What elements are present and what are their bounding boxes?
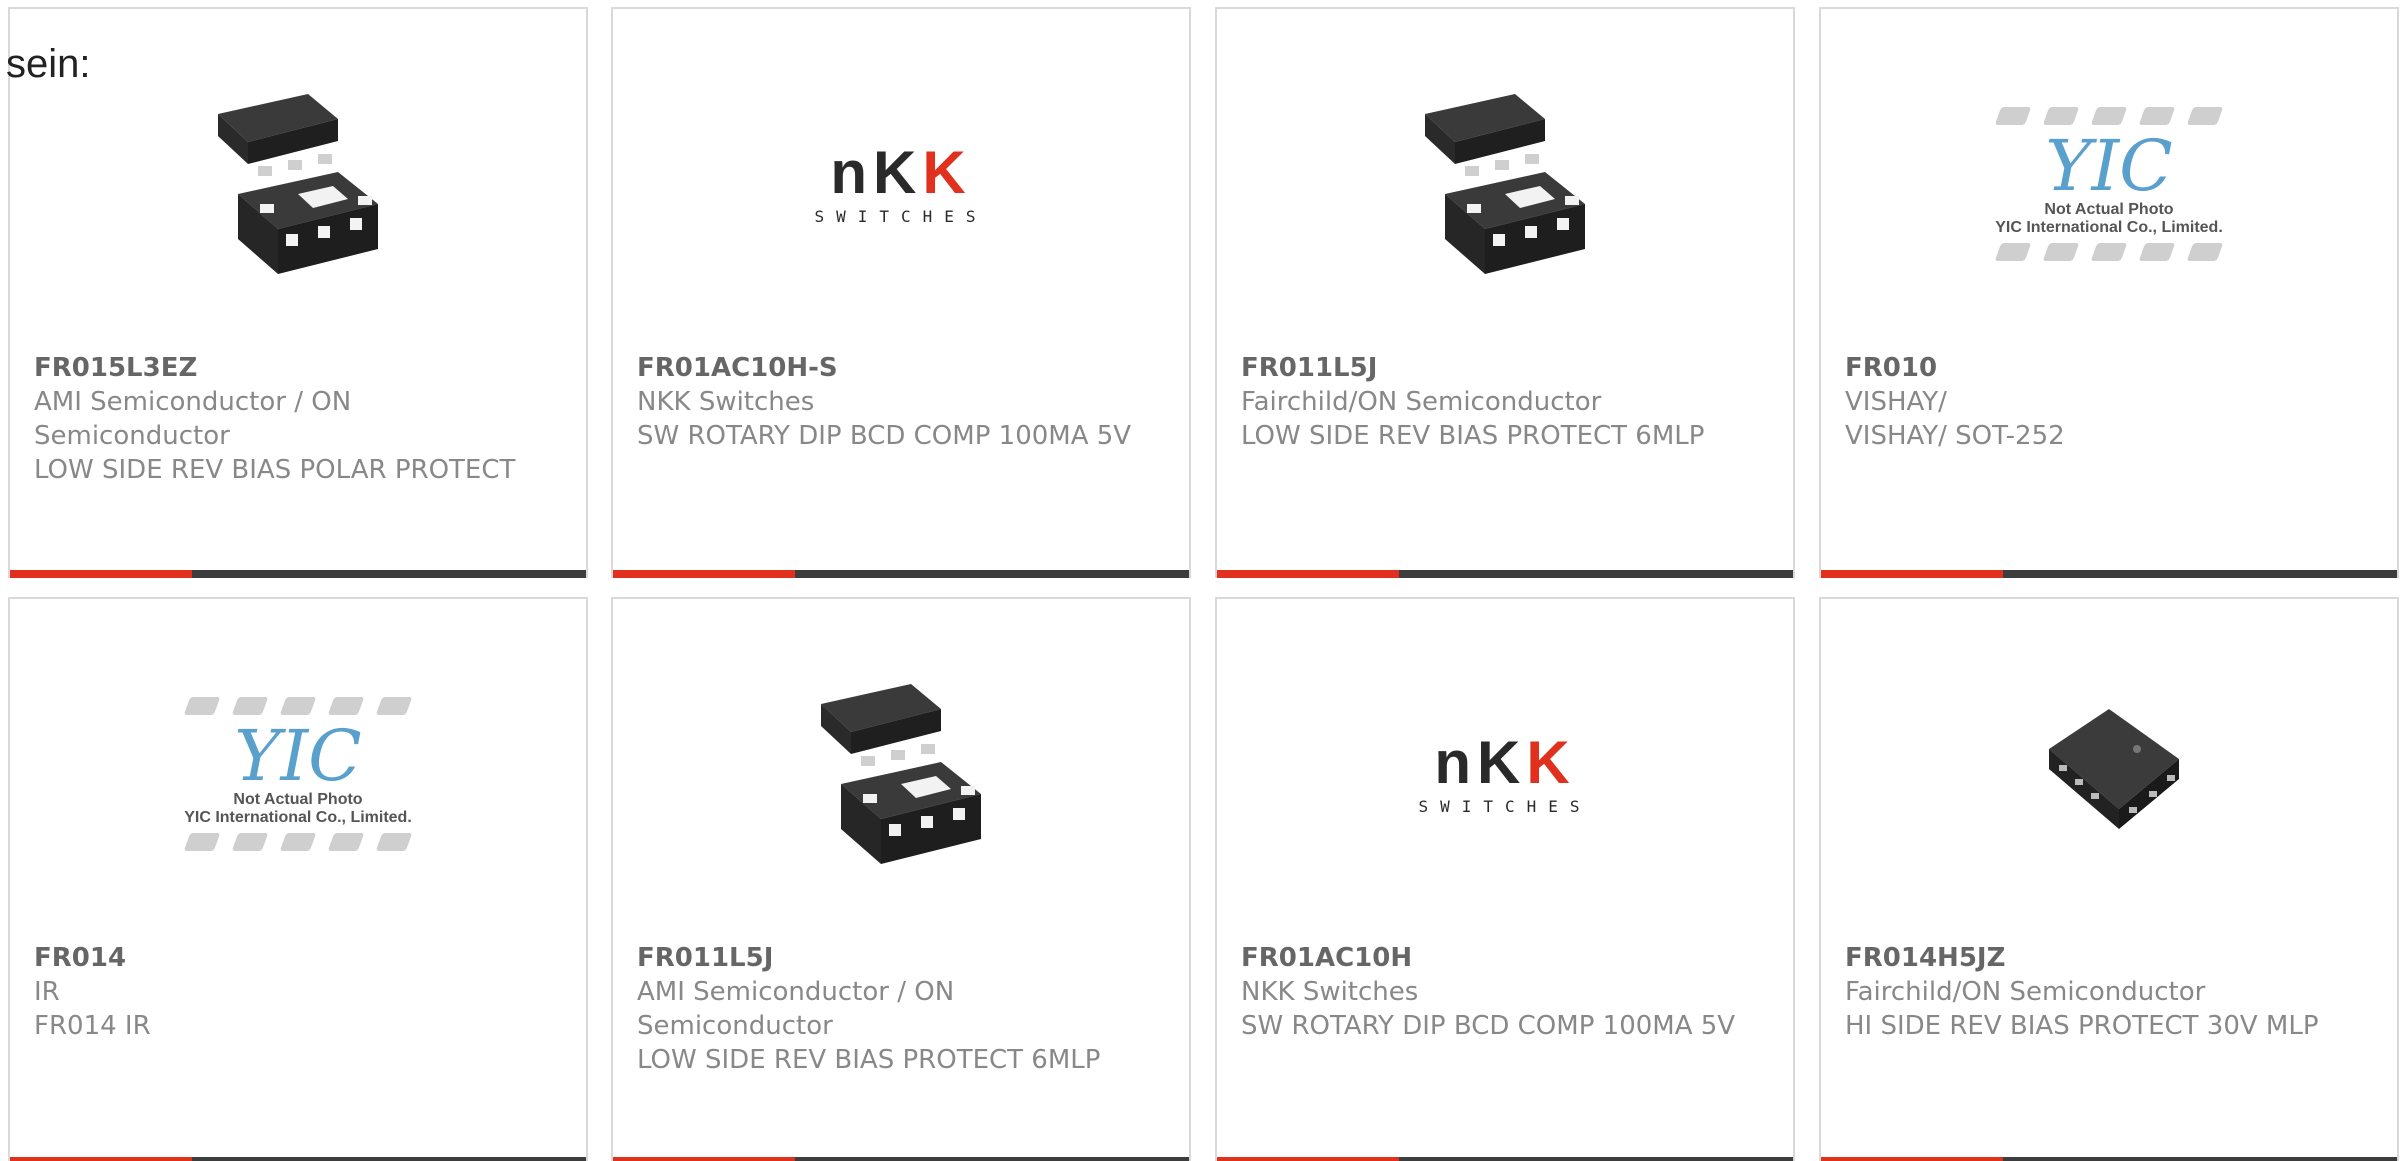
- product-card[interactable]: FR015L3EZ AMI Semiconductor / ON Semicon…: [8, 7, 588, 578]
- chip-package-icon: [821, 684, 981, 864]
- product-card[interactable]: FR011L5J AMI Semiconductor / ON Semicond…: [611, 597, 1191, 1161]
- part-number[interactable]: FR011L5J: [1241, 351, 1753, 385]
- text-fragment: sein:: [6, 42, 91, 86]
- card-bottom-bar: [1821, 1157, 2397, 1161]
- product-info: FR015L3EZ AMI Semiconductor / ON Semicon…: [34, 351, 546, 487]
- description: LOW SIDE REV BIAS POLAR PROTECT: [34, 455, 516, 485]
- card-bottom-bar: [613, 570, 1189, 578]
- part-number[interactable]: FR011L5J: [637, 941, 1149, 975]
- yic-logo-icon: YIC: [2045, 125, 2173, 207]
- description: VISHAY/ SOT-252: [1845, 421, 2065, 451]
- product-info: FR011L5J Fairchild/ON Semiconductor LOW …: [1241, 351, 1753, 453]
- product-image: [10, 69, 586, 299]
- part-number[interactable]: FR014H5JZ: [1845, 941, 2357, 975]
- manufacturer: AMI Semiconductor / ON Semiconductor: [34, 387, 352, 451]
- product-image: YIC Not Actual Photo YIC International C…: [10, 659, 586, 889]
- card-bottom-bar: [613, 1157, 1189, 1161]
- yic-placeholder-image: YIC Not Actual Photo YIC International C…: [153, 691, 443, 857]
- card-bottom-bar: [10, 1157, 586, 1161]
- product-info: FR010 VISHAY/ VISHAY/ SOT-252: [1845, 351, 2357, 453]
- part-number[interactable]: FR014: [34, 941, 546, 975]
- card-bottom-bar: [10, 570, 586, 578]
- part-number[interactable]: FR015L3EZ: [34, 351, 546, 385]
- manufacturer: NKK Switches: [637, 387, 815, 417]
- description: FR014 IR: [34, 1011, 151, 1041]
- card-bottom-bar: [1217, 1157, 1793, 1161]
- chip-package-icon: [1425, 94, 1585, 274]
- product-card[interactable]: YIC Not Actual Photo YIC International C…: [1819, 7, 2399, 578]
- product-info: FR014 IR FR014 IR: [34, 941, 546, 1043]
- manufacturer: Fairchild/ON Semiconductor: [1845, 977, 2206, 1007]
- description: LOW SIDE REV BIAS PROTECT 6MLP: [637, 1045, 1101, 1075]
- yic-placeholder-image: YIC Not Actual Photo YIC International C…: [1964, 101, 2254, 267]
- part-number[interactable]: FR01AC10H-S: [637, 351, 1149, 385]
- description: HI SIDE REV BIAS PROTECT 30V MLP: [1845, 1011, 2319, 1041]
- manufacturer: NKK Switches: [1241, 977, 1419, 1007]
- part-number[interactable]: FR010: [1845, 351, 2357, 385]
- square-chip-icon: [2049, 709, 2179, 829]
- part-number[interactable]: FR01AC10H: [1241, 941, 1753, 975]
- description: SW ROTARY DIP BCD COMP 100MA 5V: [1241, 1011, 1736, 1041]
- card-bottom-bar: [1821, 570, 2397, 578]
- product-image: YIC Not Actual Photo YIC International C…: [1821, 69, 2397, 299]
- product-image: [1217, 69, 1793, 299]
- nkk-switches-logo: nKK SWITCHES: [814, 138, 988, 226]
- product-card[interactable]: FR011L5J Fairchild/ON Semiconductor LOW …: [1215, 7, 1795, 578]
- description: LOW SIDE REV BIAS PROTECT 6MLP: [1241, 421, 1705, 451]
- product-card[interactable]: YIC Not Actual Photo YIC International C…: [8, 597, 588, 1161]
- manufacturer: VISHAY/: [1845, 387, 1947, 417]
- product-image: [613, 659, 1189, 889]
- card-bottom-bar: [1217, 570, 1793, 578]
- product-image: nKK SWITCHES: [1217, 659, 1793, 889]
- product-info: FR014H5JZ Fairchild/ON Semiconductor HI …: [1845, 941, 2357, 1043]
- manufacturer: IR: [34, 977, 60, 1007]
- description: SW ROTARY DIP BCD COMP 100MA 5V: [637, 421, 1132, 451]
- product-grid: FR015L3EZ AMI Semiconductor / ON Semicon…: [0, 0, 2400, 1161]
- product-info: FR011L5J AMI Semiconductor / ON Semicond…: [637, 941, 1149, 1077]
- chip-package-icon: [218, 94, 378, 274]
- yic-logo-icon: YIC: [234, 715, 362, 797]
- product-card[interactable]: FR014H5JZ Fairchild/ON Semiconductor HI …: [1819, 597, 2399, 1161]
- product-card[interactable]: nKK SWITCHES FR01AC10H-S NKK Switches SW…: [611, 7, 1191, 578]
- manufacturer: AMI Semiconductor / ON Semiconductor: [637, 977, 955, 1041]
- product-info: FR01AC10H-S NKK Switches SW ROTARY DIP B…: [637, 351, 1149, 453]
- product-card[interactable]: nKK SWITCHES FR01AC10H NKK Switches SW R…: [1215, 597, 1795, 1161]
- nkk-switches-logo: nKK SWITCHES: [1418, 728, 1592, 816]
- product-image: [1821, 659, 2397, 889]
- manufacturer: Fairchild/ON Semiconductor: [1241, 387, 1602, 417]
- product-info: FR01AC10H NKK Switches SW ROTARY DIP BCD…: [1241, 941, 1753, 1043]
- product-image: nKK SWITCHES: [613, 69, 1189, 299]
